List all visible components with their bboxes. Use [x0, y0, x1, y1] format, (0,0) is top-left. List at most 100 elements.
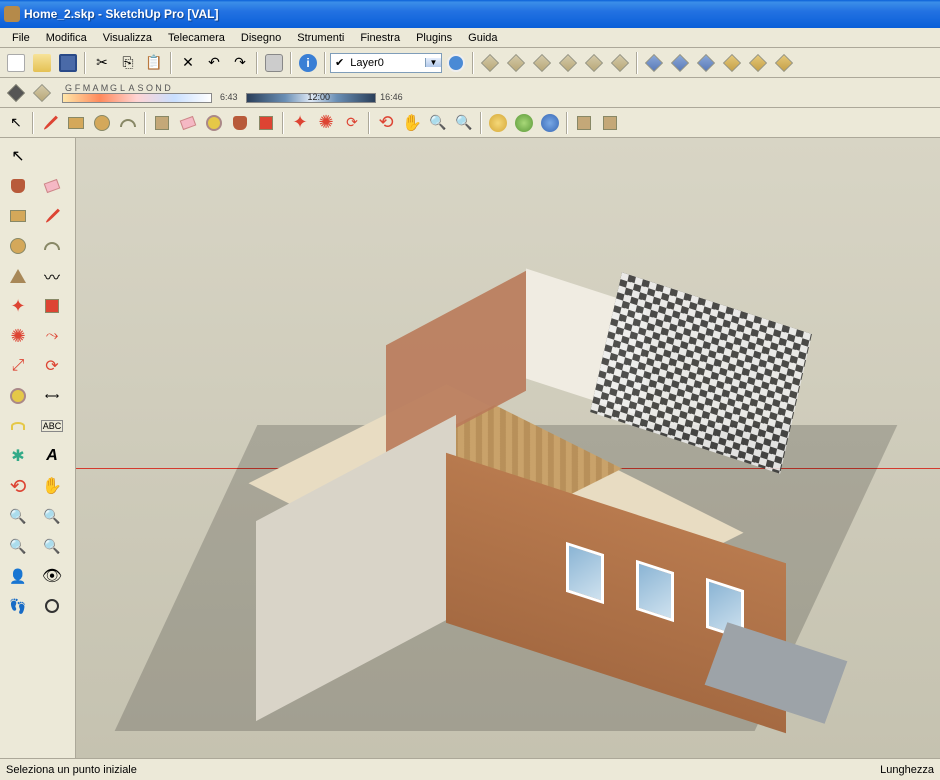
position-camera-icon[interactable]: 👤 [2, 562, 34, 590]
paint-bucket-icon[interactable] [2, 172, 34, 200]
menu-draw[interactable]: Disegno [233, 30, 289, 46]
undo-icon[interactable]: ↶ [202, 51, 226, 75]
move-tool-icon[interactable]: ✦ [288, 111, 312, 135]
pan-tool-icon[interactable]: ✋ [400, 111, 424, 135]
offset-tool-icon[interactable]: ⟳ [340, 111, 364, 135]
separator [84, 52, 86, 74]
shaded-textures-icon[interactable] [720, 51, 744, 75]
wireframe-icon[interactable] [642, 51, 666, 75]
large-toolset-toolbar: ↖ ✦ ✺ ⟳ ⟲ ✋ 🔍 🔍 [0, 108, 940, 138]
left-view-icon[interactable] [608, 51, 632, 75]
redo-icon[interactable]: ↷ [228, 51, 252, 75]
paint-bucket-icon[interactable] [228, 111, 252, 135]
front-view-icon[interactable] [530, 51, 554, 75]
toggle-terrain-icon[interactable] [512, 111, 536, 135]
select-tool-icon[interactable]: ↖ [2, 142, 34, 170]
house-model [166, 198, 816, 718]
walk-tool-icon[interactable]: 👣 [2, 592, 34, 620]
eraser-tool-icon[interactable] [36, 172, 68, 200]
paste-icon[interactable]: 📋 [142, 51, 166, 75]
eraser-tool-icon[interactable] [176, 111, 200, 135]
arc-tool-icon[interactable] [36, 232, 68, 260]
followme-tool-icon[interactable]: ⤳ [36, 322, 68, 350]
scale-tool-icon[interactable]: ⤢ [2, 352, 34, 380]
menu-window[interactable]: Finestra [352, 30, 408, 46]
monochrome-icon[interactable] [772, 51, 796, 75]
xray-icon[interactable] [746, 51, 770, 75]
3dwarehouse-icon[interactable] [572, 111, 596, 135]
previous-view-icon[interactable]: 🔍 [2, 532, 34, 560]
shaded-icon[interactable] [694, 51, 718, 75]
move-tool-icon[interactable]: ✦ [2, 292, 34, 320]
erase-icon[interactable]: ✕ [176, 51, 200, 75]
look-around-icon[interactable]: 👁 [36, 562, 68, 590]
separator [144, 112, 146, 134]
menu-plugins[interactable]: Plugins [408, 30, 460, 46]
polygon-tool-icon[interactable] [2, 262, 34, 290]
tape-measure-icon[interactable] [202, 111, 226, 135]
line-tool-icon[interactable] [36, 202, 68, 230]
separator [170, 52, 172, 74]
line-tool-icon[interactable] [38, 111, 62, 135]
back-view-icon[interactable] [582, 51, 606, 75]
google-earth-icon[interactable] [538, 111, 562, 135]
layer-dropdown[interactable]: ✔ Layer0 ▼ [330, 53, 442, 73]
3d-viewport[interactable] [76, 138, 940, 758]
save-icon[interactable] [56, 51, 80, 75]
model-info-icon[interactable]: i [296, 51, 320, 75]
shadow-date-value: 6:43 [220, 92, 238, 102]
zoom-tool-icon[interactable]: 🔍 [2, 502, 34, 530]
protractor-icon[interactable] [2, 412, 34, 440]
zoom-extents-icon[interactable]: 🔍 [452, 111, 476, 135]
select-tool-icon[interactable]: ↖ [4, 111, 28, 135]
menu-edit[interactable]: Modifica [38, 30, 95, 46]
menu-view[interactable]: Visualizza [95, 30, 160, 46]
next-view-icon[interactable]: 🔍 [36, 532, 68, 560]
orbit-tool-icon[interactable]: ⟲ [2, 472, 34, 500]
zoom-tool-icon[interactable]: 🔍 [426, 111, 450, 135]
text-tool-icon[interactable]: ABC [36, 412, 68, 440]
make-component-icon[interactable] [150, 111, 174, 135]
rectangle-tool-icon[interactable] [64, 111, 88, 135]
status-measurement-label: Lunghezza [880, 764, 934, 776]
dimension-tool-icon[interactable]: ⟷ [36, 382, 68, 410]
menu-camera[interactable]: Telecamera [160, 30, 233, 46]
shadow-settings-icon[interactable] [30, 81, 54, 105]
open-icon[interactable] [30, 51, 54, 75]
cut-icon[interactable]: ✂ [90, 51, 114, 75]
shadow-toggle-icon[interactable] [4, 81, 28, 105]
shadow-date-slider[interactable] [62, 93, 212, 103]
get-location-icon[interactable] [486, 111, 510, 135]
layer-manager-icon[interactable] [444, 51, 468, 75]
iso-view-icon[interactable] [478, 51, 502, 75]
axes-tool-icon[interactable]: ✱ [2, 442, 34, 470]
zoom-window-icon[interactable]: 🔍 [36, 502, 68, 530]
menu-tools[interactable]: Strumenti [289, 30, 352, 46]
pan-tool-icon[interactable]: ✋ [36, 472, 68, 500]
print-icon[interactable] [262, 51, 286, 75]
menu-help[interactable]: Guida [460, 30, 505, 46]
component-tool-icon[interactable] [36, 142, 68, 170]
separator [256, 52, 258, 74]
3d-text-tool-icon[interactable]: A [36, 442, 68, 470]
tape-measure-icon[interactable] [2, 382, 34, 410]
share-model-icon[interactable] [598, 111, 622, 135]
section-plane-icon[interactable] [36, 592, 68, 620]
arc-tool-icon[interactable] [116, 111, 140, 135]
rectangle-tool-icon[interactable] [2, 202, 34, 230]
orbit-tool-icon[interactable]: ⟲ [374, 111, 398, 135]
rotate-tool-icon[interactable]: ✺ [2, 322, 34, 350]
rotate-tool-icon[interactable]: ✺ [314, 111, 338, 135]
right-view-icon[interactable] [556, 51, 580, 75]
circle-tool-icon[interactable] [90, 111, 114, 135]
menu-file[interactable]: File [4, 30, 38, 46]
pushpull-tool-icon[interactable] [254, 111, 278, 135]
freehand-tool-icon[interactable]: 〰 [36, 262, 68, 290]
hiddenline-icon[interactable] [668, 51, 692, 75]
new-file-icon[interactable] [4, 51, 28, 75]
pushpull-tool-icon[interactable] [36, 292, 68, 320]
offset-tool-icon[interactable]: ⟳ [36, 352, 68, 380]
top-view-icon[interactable] [504, 51, 528, 75]
circle-tool-icon[interactable] [2, 232, 34, 260]
copy-icon[interactable]: ⎘ [116, 51, 140, 75]
